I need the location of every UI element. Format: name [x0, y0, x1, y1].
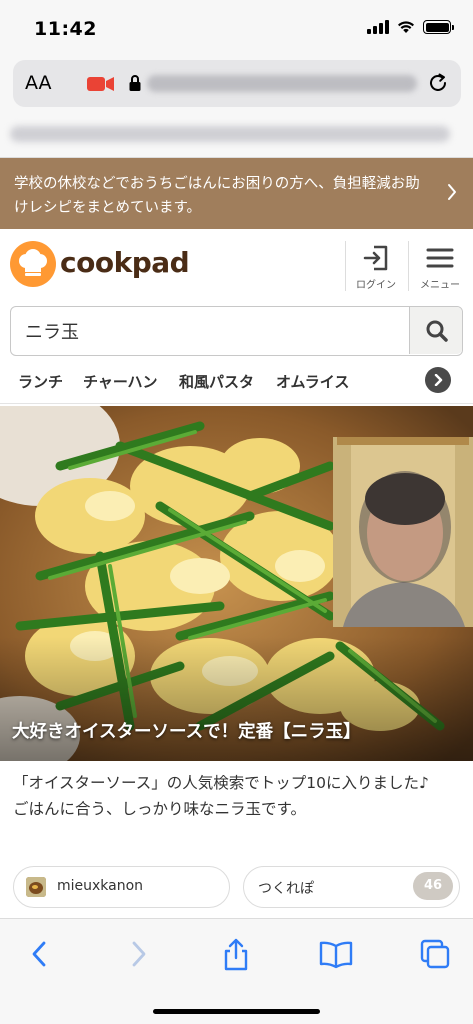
aa-label: AA — [25, 72, 52, 94]
status-icons — [367, 20, 454, 34]
webcam-person-image — [333, 437, 473, 627]
author-name: mieuxkanon — [57, 878, 144, 894]
battery-icon — [423, 20, 454, 34]
search-button[interactable] — [409, 307, 462, 354]
cookpad-logo-icon[interactable] — [10, 241, 56, 287]
author-avatar — [26, 877, 46, 897]
forward-button[interactable] — [118, 937, 158, 971]
lock-icon — [129, 75, 141, 91]
status-bar: 11:42 — [0, 0, 473, 56]
tsukurepo-label: つくれぽ — [258, 881, 314, 897]
status-time: 11:42 — [34, 18, 97, 40]
browser-top-bar: AA — [0, 56, 473, 158]
url-bar[interactable]: AA — [13, 60, 461, 107]
menu-label: メニュー — [420, 280, 460, 291]
keyword-link[interactable]: オムライス — [276, 371, 349, 392]
hamburger-menu-icon — [426, 248, 454, 268]
cellular-signal-icon — [367, 20, 389, 34]
cookpad-logo-text[interactable]: cookpad — [60, 246, 190, 279]
page-url-blurred — [10, 126, 450, 142]
description-line: ごはんに合う、しっかり味なニラ玉です。 — [13, 800, 306, 818]
site-header: cookpad ログイン メニュー — [0, 229, 473, 303]
keyword-link[interactable]: ランチ — [18, 371, 63, 392]
camera-recording-icon[interactable] — [87, 76, 115, 92]
back-button[interactable] — [20, 937, 60, 971]
reader-aa-button[interactable]: AA — [25, 72, 52, 94]
share-icon[interactable] — [216, 937, 256, 971]
author-chip[interactable]: mieuxkanon — [13, 866, 230, 908]
tabs-icon[interactable] — [416, 937, 456, 971]
url-text-blurred[interactable] — [147, 75, 417, 92]
menu-button[interactable]: メニュー — [410, 241, 470, 297]
wifi-icon — [398, 21, 414, 33]
keywords-next-button[interactable] — [425, 367, 451, 393]
search-icon — [426, 320, 448, 342]
keyword-link[interactable]: チャーハン — [83, 371, 158, 392]
info-banner[interactable]: 学校の休校などでおうちごはんにお困りの方へ、負担軽減お助けレシピをまとめています… — [0, 158, 473, 229]
home-indicator — [153, 1009, 320, 1014]
tsukurepo-chip[interactable]: つくれぽ 46 — [243, 866, 460, 908]
login-button[interactable]: ログイン — [346, 241, 406, 297]
recipe-description: 「オイスターソース」の人気検索でトップ10に入りました♪ ごはんに合う、しっかり… — [13, 770, 463, 822]
chevron-right-icon — [434, 374, 443, 386]
login-icon — [363, 245, 388, 271]
description-line: 「オイスターソース」の人気検索でトップ10に入りました♪ — [13, 774, 429, 792]
recipe-title[interactable]: 大好きオイスターソースで！定番【ニラ玉】 — [12, 718, 361, 743]
keyword-suggestions: ランチ チャーハン 和風パスタ オムライス — [0, 358, 473, 404]
video-call-pip[interactable] — [333, 437, 473, 627]
login-label: ログイン — [356, 280, 396, 291]
search-input[interactable] — [11, 307, 408, 354]
recipe-photo[interactable]: 大好きオイスターソースで！定番【ニラ玉】 — [0, 406, 473, 761]
tsukurepo-count-badge: 46 — [413, 872, 453, 900]
bookmarks-icon[interactable] — [316, 937, 356, 971]
reload-icon[interactable] — [427, 72, 449, 94]
keyword-link[interactable]: 和風パスタ — [179, 371, 254, 392]
recipe-search-box — [10, 306, 463, 356]
chevron-right-icon — [448, 184, 456, 200]
banner-text: 学校の休校などでおうちごはんにお困りの方へ、負担軽減お助けレシピをまとめています… — [14, 176, 420, 216]
safari-toolbar — [0, 918, 473, 1024]
